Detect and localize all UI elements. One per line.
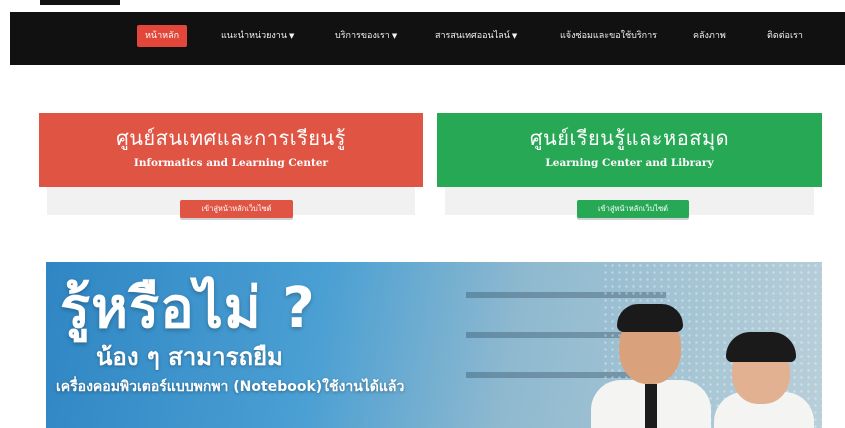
nav-item-label: บริการของเรา bbox=[335, 31, 390, 41]
nav-item-label: ติดต่อเรา bbox=[767, 31, 803, 41]
chevron-down-icon: ▼ bbox=[511, 32, 518, 40]
nav-item-contact[interactable]: ติดต่อเรา bbox=[767, 25, 803, 47]
card-title-en: Informatics and Learning Center bbox=[133, 157, 329, 169]
enter-website-button[interactable]: เข้าสู่หน้าหลักเว็บไซต์ bbox=[577, 200, 689, 218]
card-title-en: Learning Center and Library bbox=[545, 157, 714, 169]
banner-description: เครื่องคอมพิวเตอร์แบบพกพา (Notebook)ใช้ง… bbox=[56, 379, 405, 395]
nav-item-label: สารสนเทศออนไลน์ bbox=[435, 31, 510, 41]
banner-headline: รู้หรือไม่ ? bbox=[60, 276, 316, 341]
nav-item-online-info[interactable]: สารสนเทศออนไลน์ ▼ bbox=[435, 25, 517, 47]
nav-item-label: คลังภาพ bbox=[693, 31, 726, 41]
nav-item-services[interactable]: บริการของเรา ▼ bbox=[335, 25, 397, 47]
banner-subheadline: น้อง ๆ สามารถยืม bbox=[96, 343, 283, 371]
chevron-down-icon: ▼ bbox=[391, 32, 398, 40]
student-male-image bbox=[591, 300, 711, 428]
page: หน้าหลัก แนะนำหน่วยงาน ▼ บริการของเรา ▼ สา… bbox=[0, 0, 845, 428]
card-title-th: ศูนย์เรียนรู้และหอสมุด bbox=[529, 126, 730, 150]
main-navbar: หน้าหลัก แนะนำหน่วยงาน ▼ บริการของเรา ▼ สา… bbox=[10, 12, 845, 65]
nav-item-label: แจ้งซ่อมและขอใช้บริการ bbox=[560, 31, 658, 41]
top-strip bbox=[0, 0, 845, 12]
nav-item-about[interactable]: แนะนำหน่วยงาน ▼ bbox=[221, 25, 294, 47]
nav-item-home[interactable]: หน้าหลัก bbox=[137, 25, 188, 47]
enter-website-button[interactable]: เข้าสู่หน้าหลักเว็บไซต์ bbox=[180, 200, 293, 218]
card-library-header[interactable]: ศูนย์เรียนรู้และหอสมุด Learning Center a… bbox=[437, 113, 822, 187]
nav-item-gallery[interactable]: คลังภาพ bbox=[693, 25, 726, 47]
nav-item-label: แนะนำหน่วยงาน bbox=[221, 31, 288, 41]
nav-item-label: หน้าหลัก bbox=[145, 31, 180, 41]
card-informatics-header[interactable]: ศูนย์สนเทศและการเรียนรู้ Informatics and… bbox=[39, 113, 423, 187]
student-female-image bbox=[714, 330, 814, 428]
card-title-th: ศูนย์สนเทศและการเรียนรู้ bbox=[116, 126, 346, 150]
nav-item-repair-request[interactable]: แจ้งซ่อมและขอใช้บริการ bbox=[560, 25, 657, 47]
chevron-down-icon: ▼ bbox=[289, 32, 295, 40]
promo-banner[interactable]: รู้หรือไม่ ? น้อง ๆ สามารถยืม เครื่องคอม… bbox=[46, 262, 822, 428]
